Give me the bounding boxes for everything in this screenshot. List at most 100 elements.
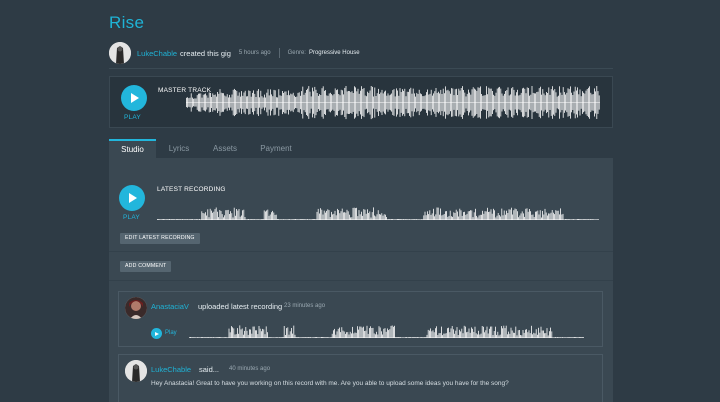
waveform-bar bbox=[503, 325, 505, 338]
waveform-bar bbox=[406, 337, 407, 338]
waveform-bar bbox=[325, 337, 327, 338]
waveform-bar bbox=[520, 335, 521, 338]
creator-name-link[interactable]: LukeChable bbox=[137, 49, 177, 58]
master-play-label[interactable]: PLAY bbox=[124, 114, 141, 121]
master-waveform[interactable] bbox=[186, 84, 600, 121]
waveform-bar bbox=[260, 90, 262, 115]
waveform-bar bbox=[265, 326, 267, 338]
tab-studio[interactable]: Studio bbox=[109, 139, 156, 159]
activity-user-link[interactable]: AnastaciaV bbox=[151, 302, 189, 311]
waveform-bar bbox=[251, 219, 253, 220]
add-comment-button[interactable]: ADD COMMENT bbox=[120, 261, 172, 272]
waveform-bar bbox=[549, 213, 551, 220]
waveform-bar bbox=[265, 211, 266, 220]
activity-play-label[interactable]: Play bbox=[165, 330, 177, 336]
activity-play-button[interactable] bbox=[151, 328, 162, 339]
tab-lyrics[interactable]: Lyrics bbox=[160, 139, 198, 159]
waveform-bar bbox=[526, 208, 528, 220]
comment-user-link[interactable]: LukeChable bbox=[151, 365, 191, 374]
creator-avatar-image bbox=[109, 42, 131, 64]
waveform-bar bbox=[348, 334, 350, 338]
waveform-bar bbox=[312, 87, 313, 118]
waveform-bar bbox=[341, 208, 343, 220]
waveform-bar bbox=[540, 326, 542, 338]
waveform-bar bbox=[388, 219, 390, 220]
activity-waveform[interactable] bbox=[189, 320, 584, 338]
waveform-bar bbox=[331, 211, 332, 220]
waveform-bar bbox=[208, 217, 210, 220]
waveform-bar bbox=[512, 87, 514, 118]
waveform-bar bbox=[500, 88, 502, 117]
waveform-bar bbox=[364, 331, 365, 338]
waveform-bar bbox=[410, 87, 412, 118]
waveform-bar bbox=[447, 216, 449, 220]
waveform-bar bbox=[550, 212, 552, 220]
waveform-bar bbox=[420, 337, 422, 338]
waveform-bar bbox=[413, 219, 415, 220]
waveform-bar bbox=[398, 95, 400, 110]
waveform-bar bbox=[206, 95, 208, 110]
waveform-bar bbox=[480, 86, 481, 119]
waveform-bar bbox=[321, 88, 323, 117]
lukechable-avatar[interactable] bbox=[125, 360, 147, 382]
waveform-bar bbox=[486, 86, 487, 119]
edit-latest-recording-button[interactable]: EDIT LATEST RECORDING bbox=[120, 233, 200, 244]
creator-avatar[interactable] bbox=[109, 42, 131, 64]
waveform-bar bbox=[412, 337, 413, 338]
waveform-bar bbox=[415, 96, 416, 109]
waveform-bar bbox=[382, 334, 383, 338]
waveform-bar bbox=[231, 326, 232, 338]
waveform-bar bbox=[543, 214, 545, 220]
waveform-bar bbox=[284, 91, 286, 114]
waveform-bar bbox=[386, 217, 387, 220]
tab-assets[interactable]: Assets bbox=[205, 139, 245, 159]
waveform-bar bbox=[340, 89, 342, 116]
waveform-bar bbox=[424, 337, 425, 338]
waveform-bar bbox=[349, 331, 351, 338]
waveform-bar bbox=[208, 92, 210, 113]
waveform-bar bbox=[272, 210, 273, 220]
waveform-bar bbox=[202, 213, 204, 220]
waveform-bar bbox=[451, 326, 453, 338]
waveform-bar bbox=[196, 219, 198, 220]
waveform-bar bbox=[437, 207, 439, 220]
waveform-bar bbox=[544, 208, 546, 220]
waveform-bar bbox=[409, 337, 411, 338]
waveform-bar bbox=[399, 219, 401, 220]
waveform-bar bbox=[328, 93, 330, 112]
latest-play-label[interactable]: PLAY bbox=[123, 214, 140, 221]
waveform-bar bbox=[454, 333, 455, 338]
waveform-bar bbox=[486, 326, 488, 338]
waveform-bar bbox=[351, 217, 353, 220]
waveform-bar bbox=[472, 328, 473, 338]
latest-waveform[interactable] bbox=[157, 202, 599, 220]
anastacia-avatar[interactable] bbox=[125, 297, 147, 319]
waveform-bar bbox=[375, 96, 377, 110]
waveform-bar bbox=[332, 214, 333, 220]
waveform-bar bbox=[361, 211, 362, 220]
waveform-bar bbox=[227, 209, 229, 220]
waveform-bar bbox=[387, 93, 389, 112]
waveform-bar bbox=[416, 92, 418, 113]
master-play-button[interactable] bbox=[121, 85, 147, 111]
waveform-bar bbox=[496, 88, 498, 117]
waveform-bar bbox=[194, 98, 196, 107]
waveform-bar bbox=[212, 212, 213, 220]
waveform-bar bbox=[490, 209, 492, 220]
waveform-bar bbox=[598, 95, 600, 110]
activity-upload-card: AnastaciaV uploaded latest recording 23 … bbox=[118, 291, 603, 347]
waveform-bar bbox=[452, 216, 453, 220]
waveform-bar bbox=[442, 88, 444, 117]
waveform-bar bbox=[499, 215, 500, 220]
waveform-bar bbox=[380, 92, 382, 113]
tab-payment[interactable]: Payment bbox=[252, 139, 300, 159]
waveform-bar bbox=[412, 88, 414, 117]
waveform-bar bbox=[424, 211, 426, 220]
waveform-bar bbox=[282, 337, 284, 338]
waveform-bar bbox=[220, 92, 222, 113]
waveform-bar bbox=[461, 328, 463, 338]
waveform-bar bbox=[458, 88, 460, 117]
waveform-bar bbox=[467, 211, 469, 220]
waveform-bar bbox=[441, 215, 443, 220]
latest-play-button[interactable] bbox=[119, 185, 145, 211]
